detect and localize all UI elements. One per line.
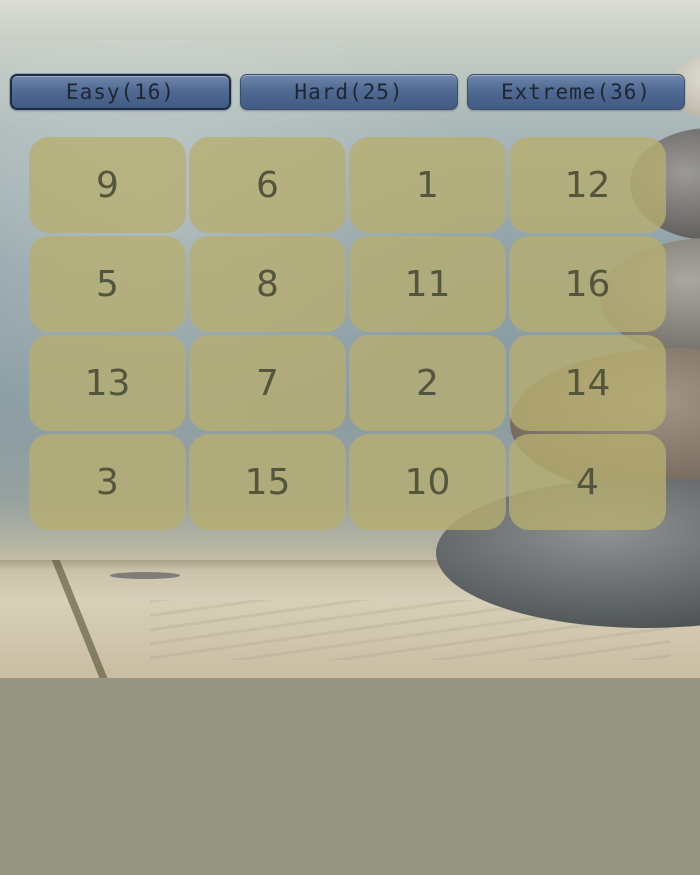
easy-difficulty-button[interactable]: Easy(16) — [9, 73, 232, 111]
extreme-difficulty-button[interactable]: Extreme(36) — [467, 74, 685, 110]
puzzle-board: 9 6 1 12 5 8 11 16 13 7 2 14 3 15 10 4 — [29, 137, 667, 533]
puzzle-tile[interactable]: 2 — [349, 335, 506, 431]
puzzle-tile[interactable]: 11 — [349, 236, 506, 332]
game-screen: Easy(16) Hard(25) Extreme(36) 9 6 1 12 5… — [0, 0, 700, 875]
puzzle-tile[interactable]: 13 — [29, 335, 186, 431]
puzzle-tile[interactable]: 8 — [189, 236, 346, 332]
puzzle-tile[interactable]: 6 — [189, 137, 346, 233]
wood-knot — [110, 572, 180, 579]
bottom-empty-area — [0, 678, 700, 875]
puzzle-tile[interactable]: 14 — [509, 335, 666, 431]
plank-edge — [0, 560, 117, 678]
puzzle-tile[interactable]: 4 — [509, 434, 666, 530]
puzzle-tile[interactable]: 1 — [349, 137, 506, 233]
puzzle-tile[interactable]: 15 — [189, 434, 346, 530]
puzzle-tile[interactable]: 9 — [29, 137, 186, 233]
hard-difficulty-button[interactable]: Hard(25) — [240, 74, 458, 110]
puzzle-tile[interactable]: 16 — [509, 236, 666, 332]
puzzle-tile[interactable]: 3 — [29, 434, 186, 530]
puzzle-tile[interactable]: 12 — [509, 137, 666, 233]
puzzle-tile[interactable]: 5 — [29, 236, 186, 332]
puzzle-tile[interactable]: 10 — [349, 434, 506, 530]
puzzle-tile[interactable]: 7 — [189, 335, 346, 431]
